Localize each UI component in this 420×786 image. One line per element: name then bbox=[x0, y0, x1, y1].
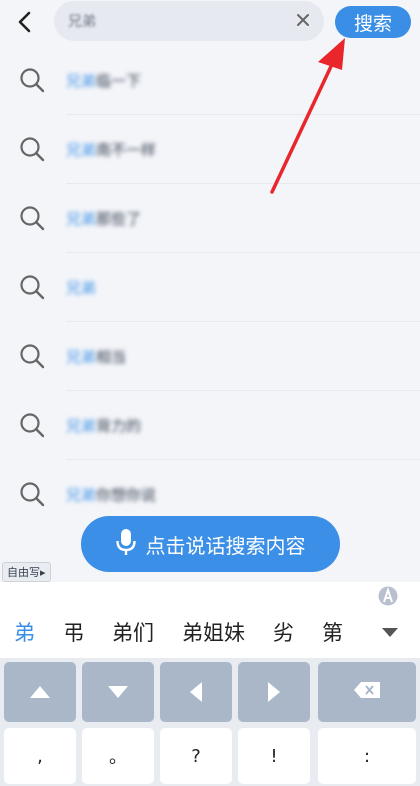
exclamation-key[interactable]: ! bbox=[238, 728, 310, 784]
search-icon bbox=[18, 480, 46, 508]
search-icon bbox=[18, 66, 46, 94]
microphone-icon bbox=[115, 528, 136, 561]
search-icon bbox=[18, 204, 46, 232]
comma-key[interactable]: , bbox=[4, 728, 76, 784]
suggestion-highlight: 兄弟 bbox=[66, 72, 97, 90]
search-icon bbox=[18, 411, 46, 439]
suggestion-item[interactable]: 兄弟南不一样 bbox=[0, 115, 420, 184]
suggestion-item[interactable]: 兄弟背力的 bbox=[0, 391, 420, 460]
candidate-word[interactable]: 第 bbox=[308, 617, 357, 647]
backspace-icon bbox=[354, 682, 380, 702]
suggestion-highlight: 兄弟 bbox=[66, 210, 97, 228]
search-input[interactable]: 兄弟 bbox=[54, 1, 324, 41]
suggestion-text: 你想你说 bbox=[96, 486, 157, 504]
search-query: 兄弟 bbox=[68, 14, 96, 30]
candidate-bar: 弟 弔 弟们 弟姐妹 劣 第 bbox=[0, 606, 420, 658]
suggestion-list: 兄弟临一下 兄弟南不一样 兄弟那些了 兄弟 兄弟相当 兄弟背力的 兄弟你想你说 bbox=[0, 46, 420, 529]
suggestion-text: 那些了 bbox=[96, 210, 142, 228]
search-icon bbox=[18, 342, 46, 370]
suggestion-highlight: 兄弟 bbox=[66, 486, 97, 504]
voice-search-label: 点击说话搜索内容 bbox=[145, 533, 306, 558]
keyboard: 弟 弔 弟们 弟姐妹 劣 第 , 。 ? ! : bbox=[0, 582, 420, 786]
candidate-word[interactable]: 弟们 bbox=[98, 617, 168, 647]
suggestion-item[interactable]: 兄弟临一下 bbox=[0, 46, 420, 115]
candidate-word[interactable]: 弔 bbox=[49, 617, 98, 647]
cursor-left-key[interactable] bbox=[160, 662, 232, 722]
candidate-word[interactable]: 劣 bbox=[259, 617, 308, 647]
suggestion-text: 南不一样 bbox=[96, 141, 157, 159]
candidate-word[interactable]: 弟 bbox=[0, 617, 49, 647]
voice-search-area: 点击说话搜索内容 自由写▸ bbox=[0, 508, 420, 582]
suggestion-text: 背力的 bbox=[96, 417, 142, 435]
suggestion-item[interactable]: 兄弟 bbox=[0, 253, 420, 322]
suggestion-highlight: 兄弟 bbox=[66, 279, 97, 297]
back-icon[interactable] bbox=[12, 8, 36, 36]
free-write-toggle[interactable]: 自由写▸ bbox=[2, 562, 51, 582]
search-icon bbox=[18, 273, 46, 301]
candidate-word[interactable]: 弟姐妹 bbox=[168, 617, 259, 647]
search-icon bbox=[18, 135, 46, 163]
cursor-down-key[interactable] bbox=[82, 662, 154, 722]
suggestion-highlight: 兄弟 bbox=[66, 348, 97, 366]
clear-icon[interactable] bbox=[294, 11, 312, 29]
question-key[interactable]: ? bbox=[160, 728, 232, 784]
colon-key[interactable]: : bbox=[318, 728, 416, 784]
expand-candidates-icon[interactable] bbox=[380, 622, 400, 642]
top-bar: 兄弟 搜索 bbox=[0, 0, 420, 46]
period-key[interactable]: 。 bbox=[82, 728, 154, 784]
keyboard-toolbar bbox=[0, 582, 420, 606]
keyboard-logo-icon[interactable] bbox=[378, 586, 398, 606]
suggestion-highlight: 兄弟 bbox=[66, 417, 97, 435]
search-button[interactable]: 搜索 bbox=[335, 6, 411, 38]
suggestion-text: 临一下 bbox=[96, 72, 142, 90]
suggestion-item[interactable]: 兄弟那些了 bbox=[0, 184, 420, 253]
voice-search-button[interactable]: 点击说话搜索内容 bbox=[81, 516, 340, 572]
suggestion-text: 相当 bbox=[96, 348, 127, 366]
cursor-up-key[interactable] bbox=[4, 662, 76, 722]
suggestion-highlight: 兄弟 bbox=[66, 141, 97, 159]
suggestion-item[interactable]: 兄弟相当 bbox=[0, 322, 420, 391]
key-area: , 。 ? ! : bbox=[0, 658, 420, 786]
cursor-right-key[interactable] bbox=[238, 662, 310, 722]
backspace-key[interactable] bbox=[318, 662, 416, 722]
